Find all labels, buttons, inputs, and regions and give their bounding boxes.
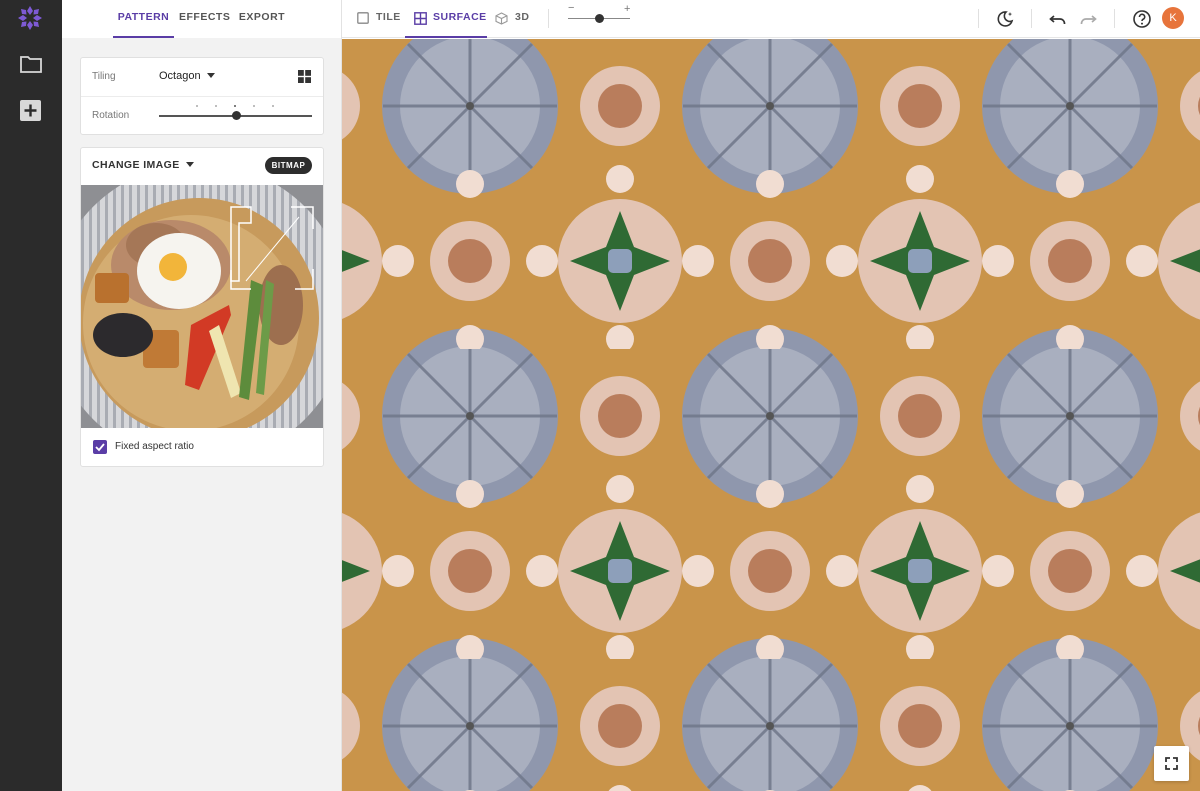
check-icon <box>95 443 105 452</box>
separator <box>1114 9 1115 28</box>
square-outline-icon <box>357 12 369 24</box>
change-image-label: CHANGE IMAGE <box>92 159 180 171</box>
change-image-button[interactable]: CHANGE IMAGE <box>92 159 194 171</box>
tab-3d[interactable]: 3D <box>495 0 535 38</box>
add-box-icon[interactable] <box>19 99 42 122</box>
slider-tick <box>253 105 255 107</box>
fullscreen-icon <box>1165 757 1178 770</box>
tab-3d-label: 3D <box>515 11 530 23</box>
undo-icon[interactable] <box>1048 9 1068 29</box>
zoom-slider-handle[interactable] <box>595 14 604 23</box>
bitmap-badge[interactable]: BITMAP <box>265 157 312 174</box>
logo-icon[interactable] <box>17 5 43 31</box>
zoom-in-button[interactable]: + <box>624 3 630 15</box>
redo-icon[interactable] <box>1078 9 1098 29</box>
tiling-select[interactable]: Octagon <box>159 70 215 82</box>
tiling-label: Tiling <box>92 71 116 82</box>
zoom-out-button[interactable]: − <box>568 2 574 14</box>
tab-tile-label: TILE <box>376 11 401 23</box>
tab-export[interactable]: EXPORT <box>238 0 286 38</box>
folder-icon[interactable] <box>19 53 43 75</box>
slider-tick <box>272 105 274 107</box>
settings-panel: PATTERN EFFECTS EXPORT Tiling Octagon Ro… <box>62 0 342 791</box>
panel-tabs: PATTERN EFFECTS EXPORT <box>62 0 341 38</box>
slider-tick <box>196 105 198 107</box>
slider-tick <box>215 105 217 107</box>
kaleidoscope-pattern <box>342 39 1200 791</box>
fixed-aspect-checkbox[interactable] <box>93 440 107 454</box>
help-icon[interactable] <box>1132 9 1152 29</box>
tab-pattern[interactable]: PATTERN <box>113 0 174 38</box>
tab-surface[interactable]: SURFACE <box>405 0 487 38</box>
separator <box>1031 9 1032 28</box>
rotation-label: Rotation <box>92 110 130 121</box>
fixed-aspect-label: Fixed aspect ratio <box>115 441 194 452</box>
rotation-slider-handle[interactable] <box>232 111 241 120</box>
tiling-card: Tiling Octagon Rotation <box>80 57 324 135</box>
caret-down-icon <box>185 162 194 167</box>
grid-view-icon[interactable] <box>298 70 311 83</box>
caret-down-icon <box>206 73 215 78</box>
image-card: CHANGE IMAGE BITMAP Fixed aspect ratio <box>80 147 324 467</box>
left-rail <box>0 0 62 791</box>
tab-surface-label: SURFACE <box>433 11 487 23</box>
tiling-value: Octagon <box>159 70 201 82</box>
divider <box>81 96 323 97</box>
cube-icon <box>495 12 508 25</box>
grid-icon <box>414 12 427 25</box>
pattern-canvas[interactable] <box>342 39 1200 791</box>
tab-effects[interactable]: EFFECTS <box>179 0 230 38</box>
source-image[interactable] <box>81 185 323 428</box>
separator <box>548 9 549 28</box>
slider-tick <box>234 105 236 107</box>
top-toolbar: TILE SURFACE 3D − + K <box>342 0 1200 38</box>
theme-icon[interactable] <box>995 9 1015 29</box>
food-photo <box>81 185 323 428</box>
fullscreen-button[interactable] <box>1154 746 1189 781</box>
avatar[interactable]: K <box>1162 7 1184 29</box>
separator <box>978 9 979 28</box>
